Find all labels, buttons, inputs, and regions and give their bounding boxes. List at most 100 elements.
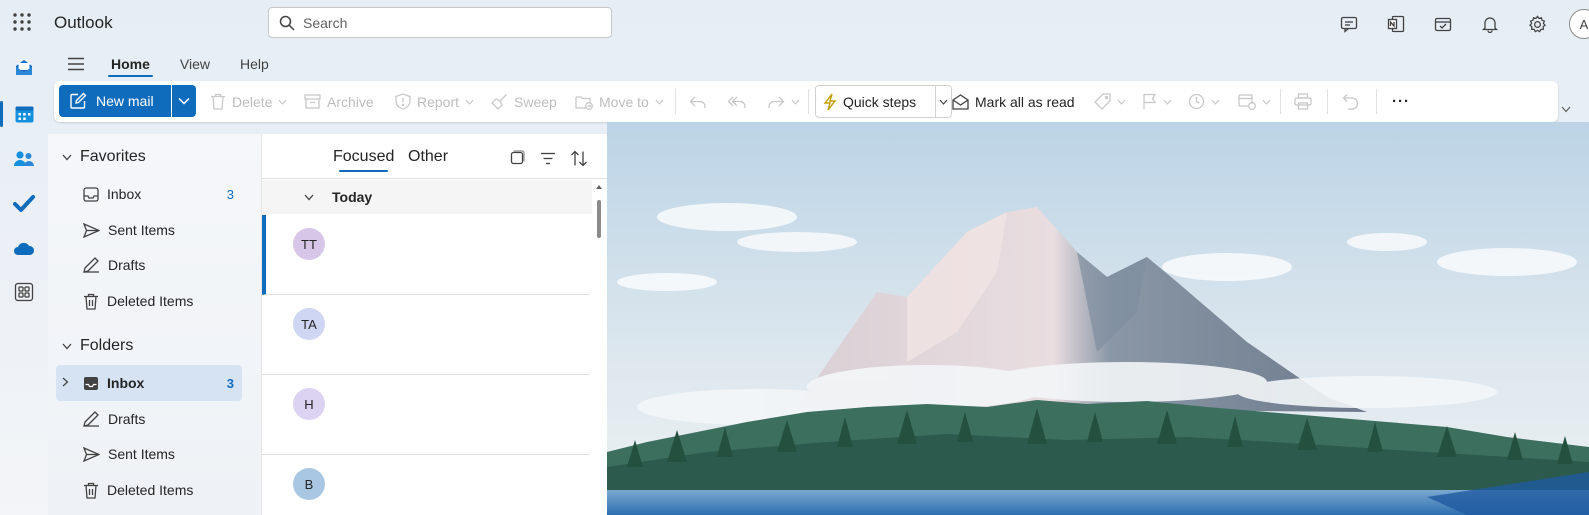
delete-button[interactable]: Delete — [210, 81, 287, 122]
sender-avatar: TT — [293, 228, 325, 260]
group-header-today[interactable]: Today — [262, 180, 592, 214]
folder-pane: Favorites Inbox 3 Sent Items Drafts Dele… — [48, 134, 261, 515]
print-button[interactable] — [1294, 81, 1312, 122]
message-item[interactable]: B — [262, 455, 590, 515]
archive-button[interactable]: Archive — [304, 81, 374, 122]
send-icon — [83, 446, 100, 462]
filter-icon[interactable] — [538, 148, 558, 168]
tab-view[interactable]: View — [165, 48, 225, 80]
message-item[interactable]: TT — [262, 215, 590, 295]
folders-header[interactable]: Folders — [62, 337, 133, 355]
tab-home[interactable]: Home — [96, 48, 165, 80]
tab-other[interactable]: Other — [408, 148, 448, 166]
folders-item-drafts[interactable]: Drafts — [56, 401, 242, 437]
delete-label: Delete — [232, 93, 273, 110]
reply-icon — [689, 96, 706, 108]
message-list-scrollbar[interactable] — [593, 180, 605, 515]
profile-avatar[interactable]: A — [1569, 9, 1589, 39]
folder-label: Drafts — [108, 411, 146, 427]
message-item[interactable]: TA — [262, 295, 590, 375]
favorites-item-inbox[interactable]: Inbox 3 — [56, 176, 242, 212]
shield-report-icon — [395, 93, 411, 110]
new-mail-dropdown[interactable] — [172, 85, 196, 117]
favorites-item-deleted-items[interactable]: Deleted Items — [56, 283, 242, 319]
ribbon-divider — [808, 89, 809, 114]
tab-help[interactable]: Help — [225, 48, 284, 80]
mark-all-read-label: Mark all as read — [975, 93, 1075, 110]
chevron-down-icon — [791, 99, 800, 105]
top-right-icons: A — [1334, 9, 1589, 39]
reading-pane-background-image — [607, 122, 1589, 515]
chat-icon[interactable] — [1334, 10, 1364, 38]
search-icon — [279, 15, 295, 31]
chevron-down-icon — [939, 99, 947, 105]
sender-avatar: H — [293, 388, 325, 420]
quick-steps-dropdown[interactable] — [935, 85, 952, 118]
favorites-item-sent-items[interactable]: Sent Items — [56, 212, 242, 248]
undo-icon — [1342, 94, 1359, 110]
onedrive-app-icon[interactable] — [8, 233, 40, 265]
more-options-button[interactable]: ··· — [1392, 81, 1410, 122]
chevron-down-icon — [655, 99, 664, 105]
move-to-button[interactable]: Move to — [575, 81, 664, 122]
todo-app-icon[interactable] — [8, 188, 40, 220]
ribbon-divider — [675, 89, 676, 114]
reply-all-button[interactable] — [727, 81, 747, 122]
categorize-button[interactable] — [1094, 81, 1126, 122]
folder-label: Inbox — [107, 186, 142, 202]
onenote-icon[interactable] — [1381, 10, 1411, 38]
archive-label: Archive — [327, 93, 374, 110]
more-apps-icon[interactable] — [8, 276, 40, 308]
new-mail-button[interactable]: New mail — [59, 85, 171, 117]
people-app-icon[interactable] — [8, 143, 40, 175]
search-input[interactable]: Search — [303, 15, 347, 31]
my-day-icon[interactable] — [1428, 10, 1458, 38]
compose-icon — [70, 92, 87, 109]
quick-steps-button[interactable]: Quick steps — [815, 85, 936, 118]
trash-icon — [84, 482, 98, 499]
forward-button[interactable] — [767, 81, 800, 122]
flag-icon — [1143, 93, 1157, 109]
folders-item-inbox[interactable]: Inbox 3 — [56, 365, 242, 401]
inbox-icon — [84, 376, 98, 390]
favorites-item-drafts[interactable]: Drafts — [56, 247, 242, 283]
chevron-down-icon — [1211, 99, 1220, 105]
sort-icon[interactable] — [569, 148, 589, 168]
snooze-button[interactable] — [1188, 81, 1220, 122]
sweep-button[interactable]: Sweep — [491, 81, 557, 122]
trash-icon — [211, 93, 225, 110]
unread-count: 3 — [226, 375, 234, 391]
ribbon-expand-chevron-icon[interactable] — [1561, 106, 1571, 113]
report-label: Report — [417, 93, 460, 110]
mark-all-read-button[interactable]: Mark all as read — [952, 81, 1075, 122]
tab-focused[interactable]: Focused — [333, 148, 394, 172]
report-button[interactable]: Report — [395, 81, 474, 122]
chevron-down-icon — [465, 99, 474, 105]
rules-button[interactable] — [1238, 81, 1271, 122]
select-messages-icon[interactable] — [507, 148, 527, 168]
archive-icon — [304, 94, 321, 109]
flag-button[interactable] — [1142, 81, 1172, 122]
search-box[interactable]: Search — [268, 7, 612, 38]
folders-item-deleted-items[interactable]: Deleted Items — [56, 472, 242, 508]
notifications-bell-icon[interactable] — [1475, 10, 1505, 38]
reply-button[interactable] — [689, 81, 707, 122]
calendar-app-icon[interactable] — [8, 98, 40, 130]
new-mail-label: New mail — [96, 93, 154, 109]
mail-app-icon[interactable] — [8, 52, 40, 84]
favorites-header[interactable]: Favorites — [62, 148, 146, 166]
ribbon-toolbar: New mail Delete Archive Report Sweep Mov… — [54, 81, 1558, 122]
settings-gear-icon[interactable] — [1522, 10, 1552, 38]
hamburger-menu-icon[interactable] — [56, 48, 96, 80]
rail-selection-indicator — [0, 101, 3, 127]
folder-label: Sent Items — [108, 446, 175, 462]
favorites-title: Favorites — [80, 148, 146, 165]
sender-avatar: TA — [293, 308, 325, 340]
undo-button[interactable] — [1342, 81, 1359, 122]
app-launcher-icon[interactable] — [12, 12, 34, 34]
chevron-down-icon — [178, 97, 190, 105]
folders-title: Folders — [80, 337, 134, 354]
message-item[interactable]: H — [262, 375, 590, 455]
app-title[interactable]: Outlook — [54, 13, 113, 33]
folders-item-sent-items[interactable]: Sent Items — [56, 436, 242, 472]
